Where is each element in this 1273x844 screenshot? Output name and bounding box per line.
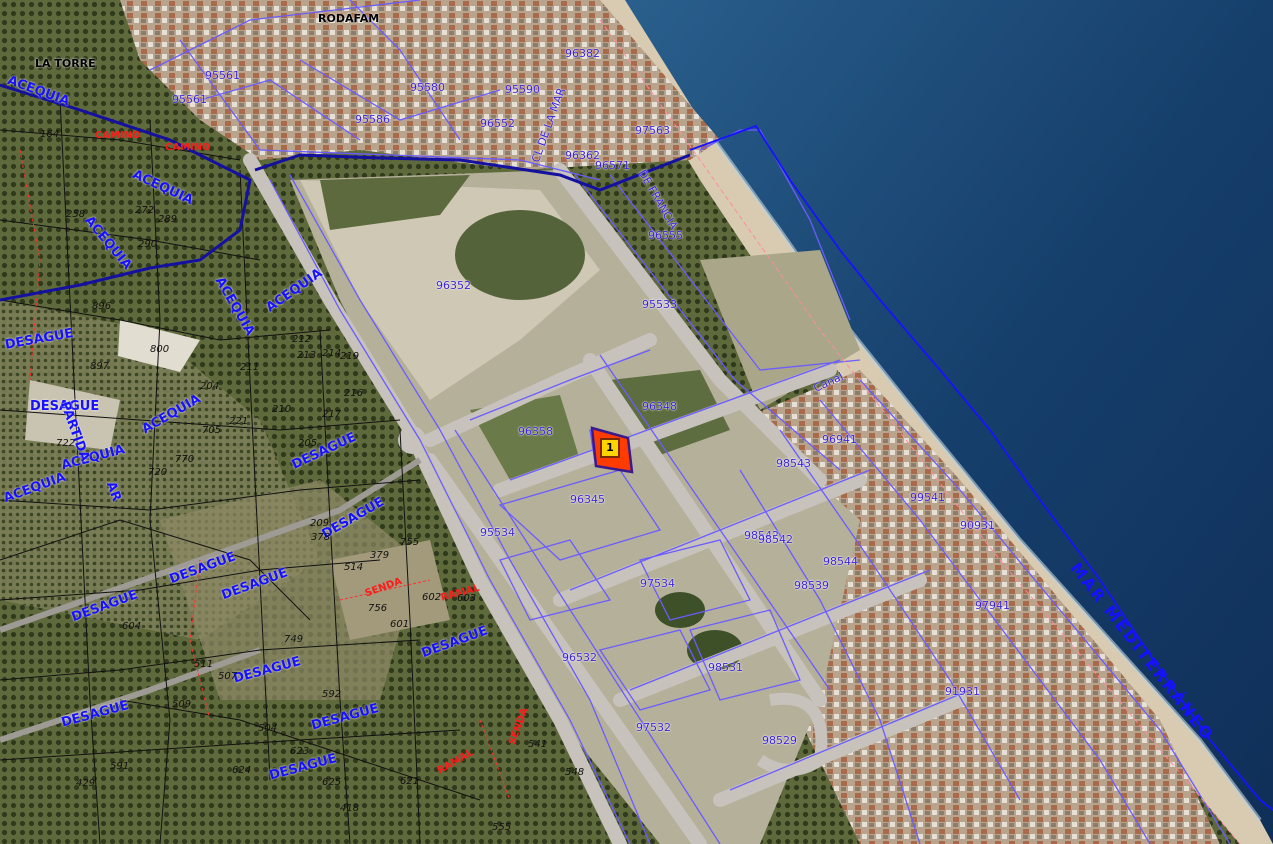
parcel-marker[interactable]: 1 xyxy=(600,438,620,458)
map-canvas xyxy=(0,0,1273,844)
cadastral-map[interactable]: 1 MAR MEDITERRÁNEO RODAFAM LA TORRE 96352 9… xyxy=(0,0,1273,844)
